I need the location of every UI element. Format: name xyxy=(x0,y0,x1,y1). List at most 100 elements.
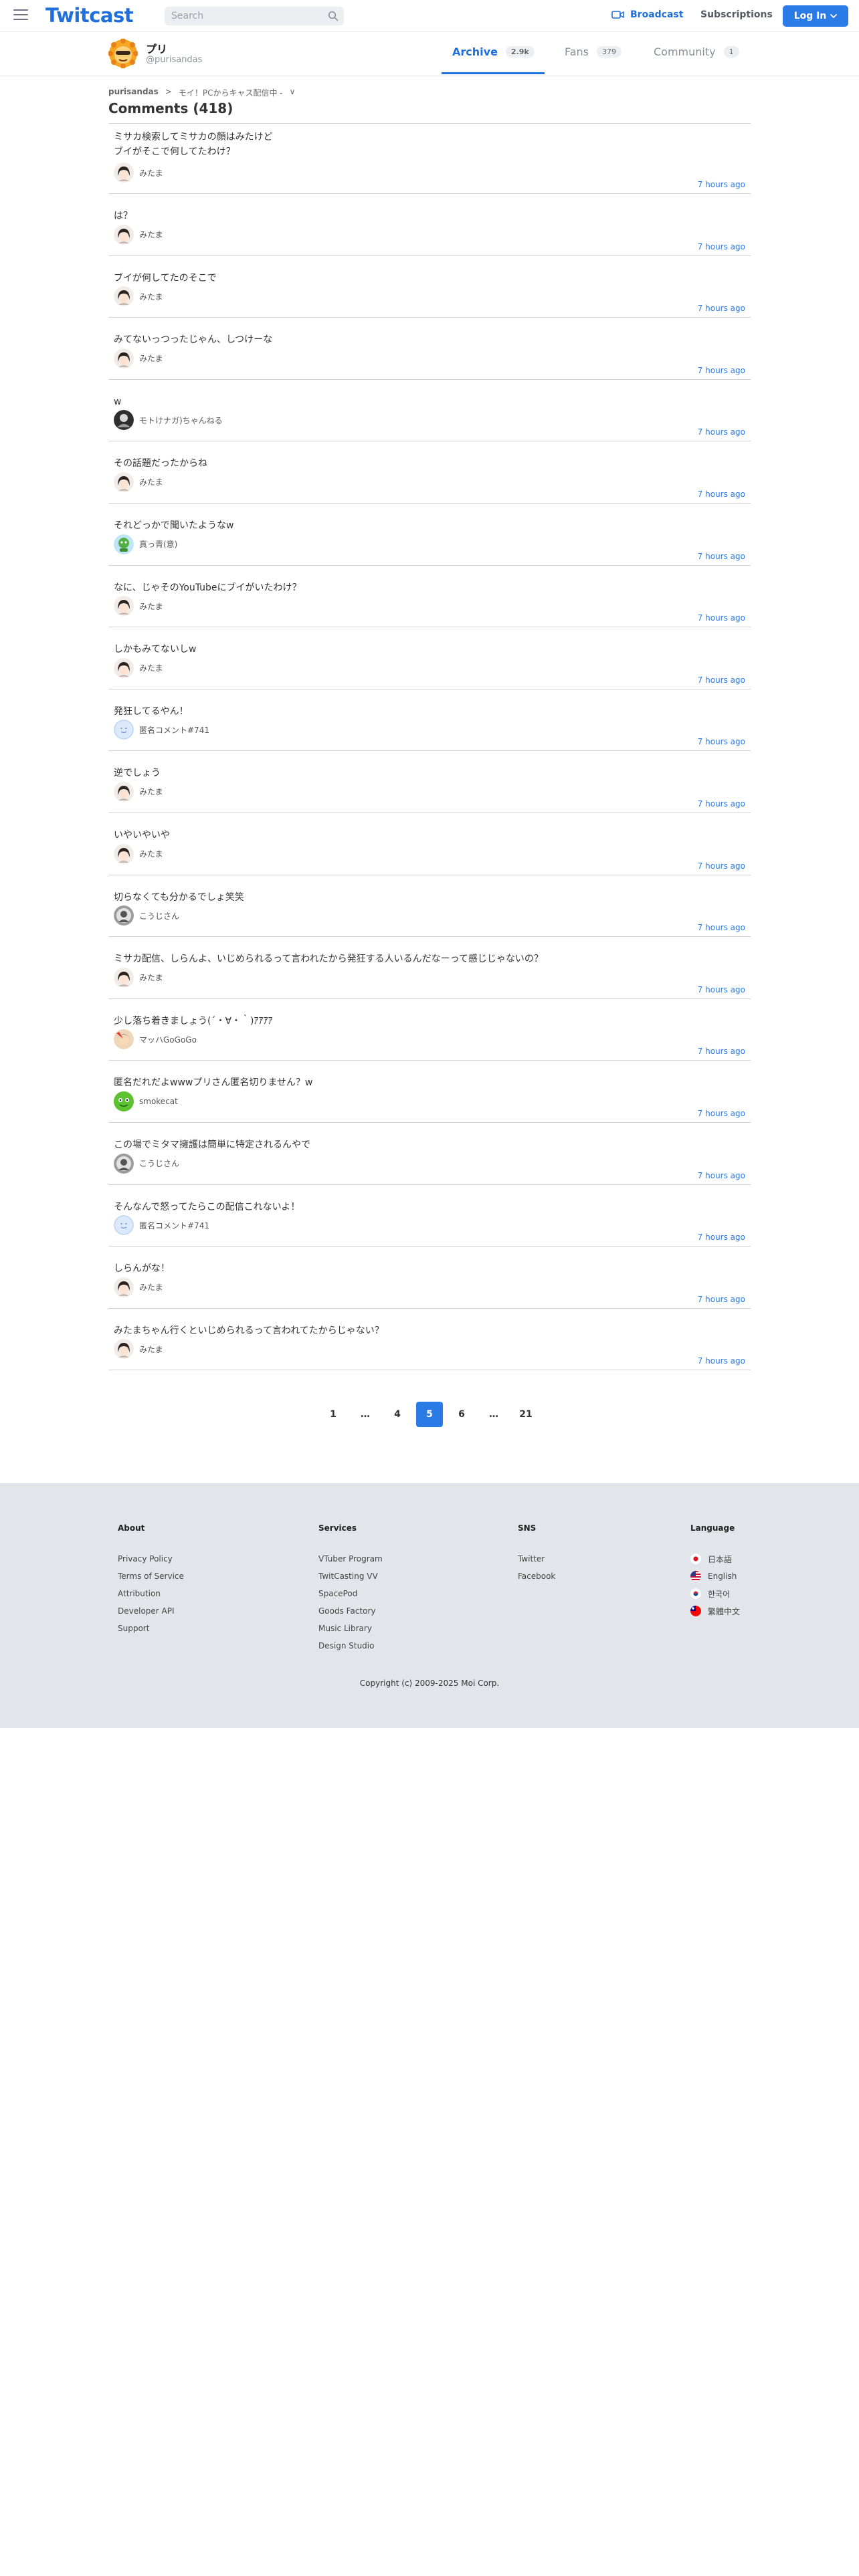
comment-timestamp-link[interactable]: 7 hours ago xyxy=(698,242,745,251)
user-avatar[interactable] xyxy=(114,720,134,740)
chevron-down-icon[interactable]: ∨ xyxy=(290,87,296,98)
comment-author[interactable]: みたま xyxy=(114,286,163,307)
search-input[interactable] xyxy=(165,7,312,25)
footer-link-design-studio[interactable]: Design Studio xyxy=(318,1637,383,1654)
footer-link-support[interactable]: Support xyxy=(118,1620,184,1637)
comment-author-name[interactable]: みたま xyxy=(139,1344,163,1355)
comment-author-name[interactable]: みたま xyxy=(139,1281,163,1293)
footer-link-music-library[interactable]: Music Library xyxy=(318,1620,383,1637)
comment-author[interactable]: モトけナガ)ちゃんねる xyxy=(114,410,223,431)
search-icon[interactable] xyxy=(328,11,339,21)
comment-timestamp-link[interactable]: 7 hours ago xyxy=(698,1047,745,1056)
user-avatar[interactable] xyxy=(114,905,134,926)
comment-timestamp-link[interactable]: 7 hours ago xyxy=(698,861,745,871)
user-avatar[interactable] xyxy=(114,410,134,431)
comment-timestamp-link[interactable]: 7 hours ago xyxy=(698,799,745,809)
comment-author-name[interactable]: マッハGoGoGo xyxy=(139,1034,197,1045)
user-avatar[interactable] xyxy=(114,1277,134,1297)
comment-timestamp-link[interactable]: 7 hours ago xyxy=(698,737,745,746)
user-avatar[interactable] xyxy=(114,348,134,368)
comment-timestamp-link[interactable]: 7 hours ago xyxy=(698,427,745,437)
comment-timestamp-link[interactable]: 7 hours ago xyxy=(698,675,745,685)
comment-timestamp-link[interactable]: 7 hours ago xyxy=(698,552,745,561)
pagination-page-button[interactable]: 6 xyxy=(448,1402,475,1427)
user-avatar[interactable] xyxy=(114,163,134,183)
comment-timestamp-link[interactable]: 7 hours ago xyxy=(698,304,745,313)
comment-timestamp-link[interactable]: 7 hours ago xyxy=(698,923,745,932)
footer-link-vtuber-program[interactable]: VTuber Program xyxy=(318,1550,383,1568)
pagination-page-button[interactable]: 4 xyxy=(384,1402,411,1427)
comment-author-name[interactable]: みたま xyxy=(139,662,163,673)
user-avatar[interactable] xyxy=(114,471,134,492)
comment-author-name[interactable]: モトけナガ)ちゃんねる xyxy=(139,415,223,426)
user-avatar[interactable] xyxy=(114,967,134,988)
user-avatar[interactable] xyxy=(114,657,134,678)
comment-author-name[interactable]: みたま xyxy=(139,167,163,179)
breadcrumb-user-link[interactable]: purisandas xyxy=(108,87,159,98)
comment-author-name[interactable]: 匿名コメント#741 xyxy=(139,1220,209,1231)
comment-author[interactable]: みたま xyxy=(114,224,163,245)
footer-link-twitcasting-vv[interactable]: TwitCasting VV xyxy=(318,1568,383,1585)
subscriptions-link[interactable]: Subscriptions xyxy=(700,9,773,20)
language-option-japanese[interactable]: 日本語 xyxy=(690,1550,740,1568)
user-avatar[interactable] xyxy=(114,781,134,802)
footer-link-goods-factory[interactable]: Goods Factory xyxy=(318,1602,383,1620)
comment-author[interactable]: マッハGoGoGo xyxy=(114,1029,197,1050)
user-avatar[interactable] xyxy=(114,1215,134,1235)
pagination-page-button[interactable]: 5 xyxy=(416,1402,443,1427)
breadcrumb-broadcast-title[interactable]: モイ！PCからキャス配信中 - xyxy=(179,87,283,98)
comment-author[interactable]: みたま xyxy=(114,596,163,617)
profile-avatar[interactable] xyxy=(108,39,138,68)
user-avatar[interactable] xyxy=(114,1091,134,1111)
language-option-traditional-chinese[interactable]: 繁體中文 xyxy=(690,1602,740,1620)
pagination-page-button[interactable]: 1 xyxy=(320,1402,347,1427)
tab-archive[interactable]: Archive 2.9k xyxy=(452,45,535,58)
comment-author-name[interactable]: みたま xyxy=(139,229,163,240)
comment-author[interactable]: みたま xyxy=(114,781,163,802)
user-avatar[interactable] xyxy=(114,1153,134,1174)
comment-author[interactable]: 真っ青(意) xyxy=(114,534,177,554)
comment-author[interactable]: みたま xyxy=(114,843,163,864)
comment-author[interactable]: みたま xyxy=(114,471,163,492)
comment-timestamp-link[interactable]: 7 hours ago xyxy=(698,1109,745,1118)
footer-link-developer-api[interactable]: Developer API xyxy=(118,1602,184,1620)
comment-author-name[interactable]: みたま xyxy=(139,848,163,859)
footer-link-privacy-policy[interactable]: Privacy Policy xyxy=(118,1550,184,1568)
comment-author-name[interactable]: みたま xyxy=(139,601,163,612)
login-button[interactable]: Log In xyxy=(783,5,848,27)
user-avatar[interactable] xyxy=(114,1029,134,1050)
comment-author[interactable]: 匿名コメント#741 xyxy=(114,720,209,740)
comment-author[interactable]: みたま xyxy=(114,657,163,678)
comment-author-name[interactable]: 匿名コメント#741 xyxy=(139,724,209,736)
comment-author-name[interactable]: みたま xyxy=(139,476,163,488)
hamburger-menu-icon[interactable] xyxy=(13,9,28,21)
comment-author-name[interactable]: みたま xyxy=(139,972,163,983)
tab-fans[interactable]: Fans 379 xyxy=(565,45,622,58)
footer-link-spacepod[interactable]: SpacePod xyxy=(318,1585,383,1602)
comment-timestamp-link[interactable]: 7 hours ago xyxy=(698,1295,745,1304)
footer-link-terms[interactable]: Terms of Service xyxy=(118,1568,184,1585)
broadcast-button[interactable]: Broadcast xyxy=(611,9,683,20)
comment-author-name[interactable]: smokecat xyxy=(139,1097,178,1106)
user-avatar[interactable] xyxy=(114,534,134,554)
user-avatar[interactable] xyxy=(114,596,134,617)
user-avatar[interactable] xyxy=(114,224,134,245)
comment-author[interactable]: 匿名コメント#741 xyxy=(114,1215,209,1235)
comment-timestamp-link[interactable]: 7 hours ago xyxy=(698,985,745,994)
language-option-korean[interactable]: 한국어 xyxy=(690,1585,740,1602)
user-avatar[interactable] xyxy=(114,286,134,307)
comment-timestamp-link[interactable]: 7 hours ago xyxy=(698,180,745,189)
tab-community[interactable]: Community 1 xyxy=(654,45,739,58)
twitcast-logo[interactable]: Twitcast xyxy=(45,4,134,27)
comment-author-name[interactable]: こうじさん xyxy=(139,1158,179,1169)
comment-author[interactable]: みたま xyxy=(114,1339,163,1360)
comment-author[interactable]: みたま xyxy=(114,967,163,988)
comment-author-name[interactable]: みたま xyxy=(139,291,163,302)
user-avatar[interactable] xyxy=(114,1339,134,1360)
user-avatar[interactable] xyxy=(114,843,134,864)
comment-timestamp-link[interactable]: 7 hours ago xyxy=(698,366,745,375)
comment-timestamp-link[interactable]: 7 hours ago xyxy=(698,1356,745,1366)
comment-timestamp-link[interactable]: 7 hours ago xyxy=(698,1171,745,1180)
language-option-english[interactable]: English xyxy=(690,1568,740,1585)
comment-author[interactable]: みたま xyxy=(114,348,163,368)
